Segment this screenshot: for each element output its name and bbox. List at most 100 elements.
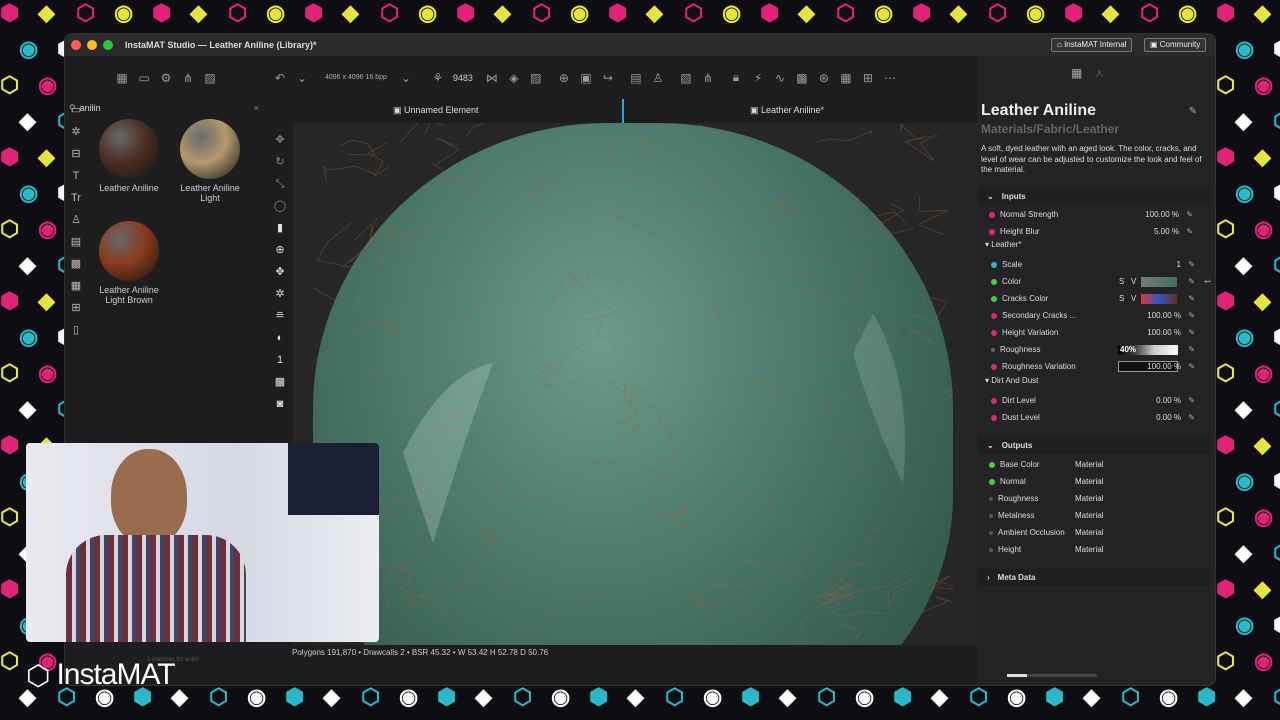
output-row[interactable]: Ambient Occlusion Material — [989, 524, 1207, 541]
param-roughness[interactable]: Roughness 40% ✎ — [991, 341, 1209, 358]
graph-icon[interactable]: ⊟ — [65, 143, 87, 165]
panel-icon[interactable]: ▯ — [65, 319, 87, 341]
person-icon[interactable]: ♙ — [647, 71, 669, 85]
circle-icon[interactable]: ◯ — [267, 195, 293, 217]
reset-icon[interactable]: ↩ — [1204, 277, 1211, 286]
output-row[interactable]: Metalness Material — [989, 507, 1207, 524]
outputs-section[interactable]: ⌄ Outputs — [977, 437, 1209, 454]
chevron-down-icon[interactable]: ⌄ — [291, 71, 313, 85]
crop-icon[interactable]: ▧ — [675, 71, 697, 85]
param-roughness-variation[interactable]: Roughness Variation 100.00 % ✎ — [991, 358, 1209, 375]
bolt-icon[interactable]: ⚡︎ — [747, 71, 769, 85]
cube-icon[interactable]: ◈ — [503, 71, 525, 85]
tiles-icon[interactable]: ⊞ — [857, 71, 879, 85]
zoom-slider[interactable] — [1007, 674, 1097, 677]
person-icon[interactable]: ⋏ — [1095, 66, 1104, 80]
more-icon[interactable]: ⋯ — [879, 71, 901, 85]
share-icon[interactable]: ⋈ — [481, 71, 503, 85]
wave-icon[interactable]: ∿ — [769, 71, 791, 85]
move-icon[interactable]: ✥ — [267, 261, 293, 283]
picture-icon[interactable]: ▩ — [791, 71, 813, 85]
resolution-select[interactable]: 4096 x 4096 16 bpp — [325, 74, 387, 81]
param-color[interactable]: Color SV ✎ ↩ — [991, 273, 1211, 290]
library-item[interactable]: Leather Aniline — [89, 119, 169, 193]
param-cracks-color[interactable]: Cracks Color SV ✎ — [991, 290, 1209, 307]
edit-icon[interactable]: ✎ — [1189, 106, 1197, 117]
table-icon[interactable]: ▤ — [65, 231, 87, 253]
minimize-dot[interactable] — [87, 40, 97, 50]
param-height-variation[interactable]: Height Variation 100.00 % ✎ — [991, 324, 1209, 341]
clipboard-icon[interactable]: ▮ — [267, 217, 293, 239]
tool-number[interactable]: 1 — [267, 349, 293, 371]
param-normal-strength[interactable]: Normal Strength 100.00 % ✎ — [989, 206, 1207, 223]
color-swatch[interactable] — [1141, 276, 1177, 287]
param-secondary-cracks[interactable]: Secondary Cracks ... 100.00 % ✎ — [991, 307, 1209, 324]
inputs-section[interactable]: ⌄ Inputs — [977, 188, 1209, 205]
undo-icon[interactable]: ↶ — [269, 71, 291, 85]
target-icon[interactable]: ⊕ — [267, 239, 293, 261]
tab-unnamed-element[interactable]: ▣ Unnamed Element — [393, 105, 479, 116]
checker-icon[interactable]: ▩ — [267, 371, 293, 393]
save-icon[interactable]: ▣ — [575, 71, 597, 85]
rotate-icon[interactable]: ↻ — [267, 151, 293, 173]
settings-icon[interactable]: ⚙ — [155, 71, 177, 85]
output-row[interactable]: Normal Material — [989, 473, 1207, 490]
lock-icon[interactable]: 🔒︎ — [725, 70, 747, 85]
close-dot[interactable] — [71, 40, 81, 50]
maximize-dot[interactable] — [103, 40, 113, 50]
output-row[interactable]: Base Color Material — [989, 456, 1207, 473]
layout-icon[interactable]: ⊞ — [65, 297, 87, 319]
leather-group[interactable]: ▾ Leather* — [985, 240, 1022, 249]
chevron-down-icon[interactable]: ⌄ — [395, 71, 417, 85]
dirt-group[interactable]: ▾ Dirt And Dust — [985, 376, 1038, 385]
font-icon[interactable]: Tr — [65, 187, 87, 209]
meta-data-section[interactable]: › Meta Data — [977, 569, 1209, 586]
scale-icon[interactable]: ⤡ — [267, 173, 293, 195]
search-input[interactable]: anilin — [80, 103, 101, 113]
param-dust-level[interactable]: Dust Level 0.00 % ✎ — [991, 409, 1209, 426]
color-swatch[interactable] — [1141, 293, 1177, 304]
library-item[interactable]: Leather Aniline Light Brown — [89, 221, 169, 305]
grid-icon[interactable]: ▦ — [65, 275, 87, 297]
seed-icon[interactable]: ⚘ — [427, 71, 449, 85]
user-icon[interactable]: ♙ — [65, 209, 87, 231]
pattern-hex-icon: ◆ — [627, 684, 644, 709]
checker-icon[interactable]: ▩ — [65, 253, 87, 275]
clear-icon[interactable]: × — [254, 103, 259, 113]
nodes-icon[interactable]: ⋔ — [177, 71, 199, 85]
param-height-blur[interactable]: Height Blur 5.00 % ✎ — [989, 223, 1207, 240]
bug-icon[interactable]: ✲ — [267, 283, 293, 305]
layers-icon[interactable]: ≘ — [267, 305, 293, 327]
doc-icon[interactable]: ▤ — [625, 71, 647, 85]
output-row[interactable]: Roughness Material — [989, 490, 1207, 507]
globe-icon[interactable]: ⊛ — [813, 71, 835, 85]
seed-value[interactable]: 9483 — [453, 73, 473, 83]
library-icon[interactable]: ▦ — [1071, 66, 1082, 80]
camera-icon[interactable]: ◙ — [267, 393, 293, 415]
internal-button[interactable]: ⌂ InstaMAT Internal — [1051, 38, 1133, 52]
image-icon[interactable]: ▨ — [525, 71, 547, 85]
pattern-hex-icon: ⬢ — [152, 0, 172, 25]
grid-icon[interactable]: ▦ — [835, 71, 857, 85]
graph-icon[interactable]: ▭ — [133, 71, 155, 85]
bug-icon[interactable]: ✲ — [65, 121, 87, 143]
param-dirt-level[interactable]: Dirt Level 0.00 % ✎ — [991, 392, 1209, 409]
param-scale[interactable]: Scale 1 ✎ — [991, 256, 1209, 273]
tree-icon[interactable]: ⋔ — [697, 71, 719, 85]
toggle-icon[interactable]: ◐ — [267, 327, 293, 349]
material-preview-mesh[interactable] — [313, 123, 953, 645]
library-item[interactable]: Leather Aniline Light — [170, 119, 250, 203]
output-row[interactable]: Height Material — [989, 541, 1207, 558]
text-icon[interactable]: T — [65, 165, 87, 187]
forward-icon[interactable]: ↪ — [597, 71, 619, 85]
image-icon[interactable]: ▨ — [199, 71, 221, 85]
library-icon[interactable]: ▦ — [111, 71, 133, 85]
pattern-hex-icon: ◉ — [266, 0, 286, 25]
move-icon[interactable]: ✥ — [267, 129, 293, 151]
community-button[interactable]: ▣ Community — [1144, 38, 1207, 52]
target-icon[interactable]: ⊕ — [553, 71, 575, 85]
tab-divider[interactable] — [622, 99, 624, 123]
3d-viewport[interactable]: ▣ Unnamed Element ▣ Leather Aniline* — [293, 99, 977, 645]
pattern-hex-icon: ⬡ — [361, 684, 381, 709]
tab-leather-aniline[interactable]: ▣ Leather Aniline* — [750, 105, 824, 116]
